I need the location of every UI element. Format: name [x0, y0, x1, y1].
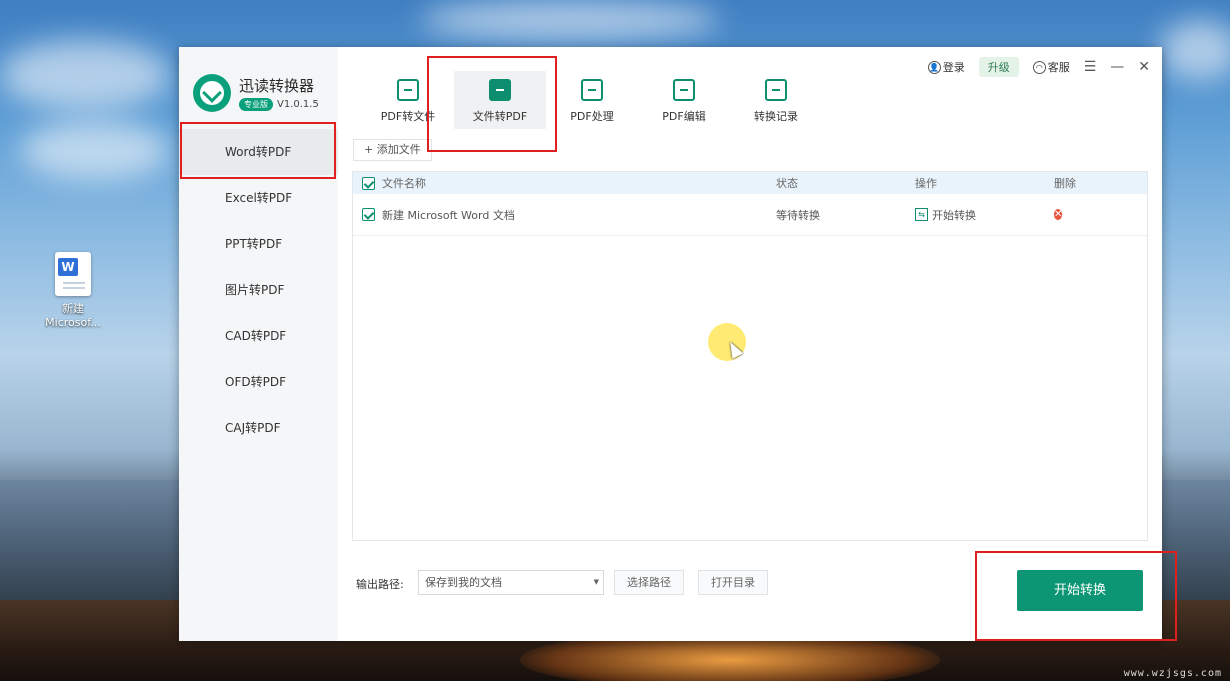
edition-badge: 专业版: [239, 97, 273, 111]
open-directory-button[interactable]: 打开目录: [698, 570, 768, 595]
highlight-box: [975, 551, 1177, 641]
cursor-highlight: [708, 323, 746, 361]
pdf-process-icon: [581, 79, 603, 101]
tab-pdf-process[interactable]: PDF处理: [546, 71, 638, 129]
sidebar-item-ppt-to-pdf[interactable]: PPT转PDF: [179, 221, 338, 267]
history-icon: [765, 79, 787, 101]
output-path-label: 输出路径:: [356, 578, 404, 591]
sidebar-item-excel-to-pdf[interactable]: Excel转PDF: [179, 175, 338, 221]
column-header-operation: 操作: [915, 177, 937, 190]
pdf-export-icon: [397, 79, 419, 101]
desktop-file-label: 新建 Microsof...: [45, 302, 101, 329]
file-status: 等待转换: [776, 208, 820, 222]
desktop-file-icon[interactable]: W 新建 Microsof...: [40, 252, 106, 330]
upgrade-button[interactable]: 升级: [978, 57, 1019, 77]
file-name: 新建 Microsoft Word 文档: [382, 208, 515, 222]
column-header-status: 状态: [776, 177, 798, 190]
login-button[interactable]: 👤 登录: [927, 59, 965, 75]
minimize-icon[interactable]: —: [1110, 59, 1124, 75]
dropdown-arrow-icon: ▼: [593, 578, 599, 586]
column-header-delete: 删除: [1054, 177, 1076, 190]
delete-icon[interactable]: ✕: [1054, 209, 1063, 220]
version-label: V1.0.1.5: [277, 98, 319, 110]
highlight-box: [180, 122, 336, 179]
menu-icon[interactable]: ☰: [1084, 59, 1097, 75]
watermark: www.wzjsgs.com: [1123, 668, 1222, 679]
output-path-select[interactable]: 保存到我的文档 ▼: [418, 570, 604, 595]
tab-pdf-edit[interactable]: PDF编辑: [638, 71, 730, 129]
user-icon: 👤: [927, 60, 941, 74]
start-convert-link[interactable]: ⇆ 开始转换: [915, 207, 1054, 223]
sidebar-item-caj-to-pdf[interactable]: CAJ转PDF: [179, 405, 338, 451]
logo-icon: [193, 74, 231, 112]
sidebar-item-cad-to-pdf[interactable]: CAD转PDF: [179, 313, 338, 359]
highlight-box: [427, 56, 557, 152]
convert-icon: ⇆: [915, 208, 928, 221]
sidebar-item-ofd-to-pdf[interactable]: OFD转PDF: [179, 359, 338, 405]
tab-history[interactable]: 转换记录: [730, 71, 822, 129]
headset-icon: ◠: [1032, 60, 1046, 74]
add-file-button[interactable]: + 添加文件: [353, 139, 432, 161]
table-header: 文件名称 状态 操作 删除: [353, 172, 1147, 194]
customer-service-button[interactable]: ◠ 客服: [1032, 59, 1070, 75]
choose-path-button[interactable]: 选择路径: [614, 570, 684, 595]
word-icon-glyph: W: [58, 258, 78, 276]
sidebar-item-image-to-pdf[interactable]: 图片转PDF: [179, 267, 338, 313]
select-all-checkbox[interactable]: [362, 176, 375, 190]
window-controls: 👤 登录 升级 ◠ 客服 ☰ — ✕: [914, 57, 1150, 77]
row-checkbox[interactable]: [362, 208, 375, 221]
table-row: 新建 Microsoft Word 文档 等待转换 ⇆ 开始转换 ✕: [353, 194, 1147, 236]
pdf-edit-icon: [673, 79, 695, 101]
close-icon[interactable]: ✕: [1138, 59, 1150, 75]
column-header-name: 文件名称: [382, 177, 426, 190]
word-document-icon: W: [55, 252, 91, 296]
file-table: 文件名称 状态 操作 删除 新建 Microsoft Word 文档 等待转换 …: [352, 171, 1148, 541]
app-logo: 迅读转换器 专业版 V1.0.1.5: [193, 74, 319, 112]
app-title: 迅读转换器: [239, 76, 315, 95]
